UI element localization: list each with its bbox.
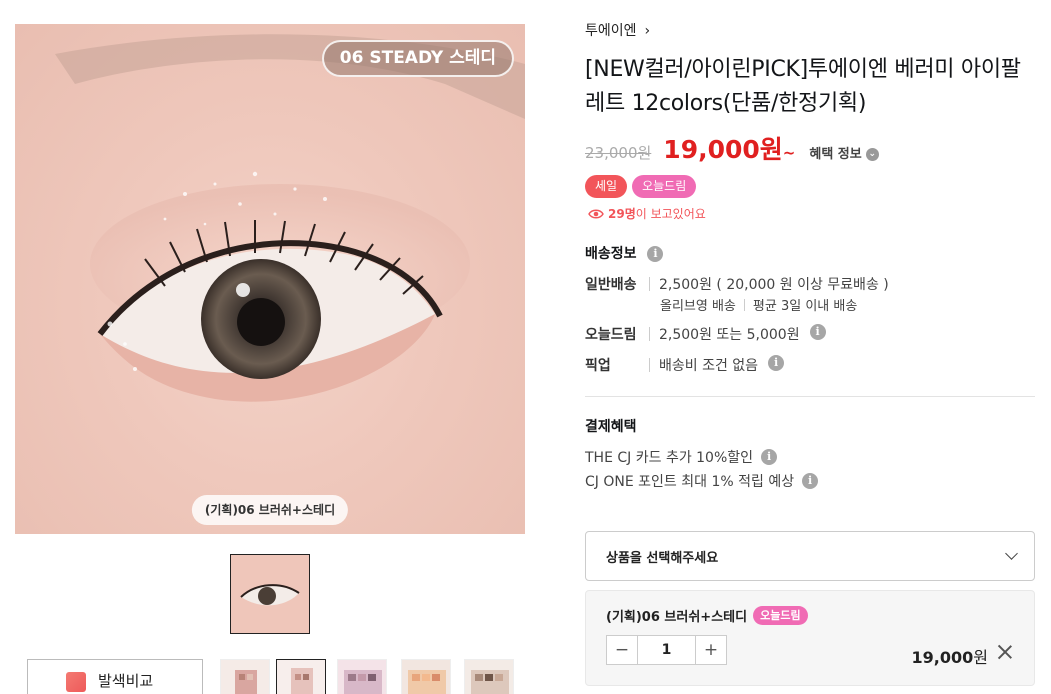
sale-price: 19,000원 bbox=[663, 135, 783, 164]
info-icon[interactable]: i bbox=[761, 449, 778, 465]
chevron-down-icon bbox=[1005, 547, 1018, 560]
info-icon[interactable]: i bbox=[647, 246, 664, 262]
thumbnail-eye-image bbox=[231, 555, 309, 633]
shipping-key: 일반배송 bbox=[585, 277, 637, 293]
color-compare-button[interactable]: 발색비교 bbox=[27, 659, 203, 694]
shipping-title: 배송정보 bbox=[585, 246, 637, 262]
option-select-placeholder: 상품을 선택해주세요 bbox=[606, 550, 719, 566]
option-price-value: 19,000 bbox=[911, 648, 974, 667]
viewers-number: 29명 bbox=[608, 207, 636, 221]
remove-option-close-icon[interactable] bbox=[996, 643, 1014, 661]
eye-closeup-illustration bbox=[55, 34, 525, 402]
gallery-thumb-3[interactable] bbox=[337, 659, 387, 694]
shipping-row-pickup: 픽업 배송비 조건 없음 i bbox=[585, 355, 785, 375]
color-compare-label: 발색비교 bbox=[98, 671, 154, 690]
benefit-info-label: 혜택 정보 bbox=[809, 147, 862, 162]
payment-line-point: CJ ONE 포인트 최대 1% 적립 예상 i bbox=[585, 471, 819, 491]
viewers-count: 29명이 보고있어요 bbox=[588, 205, 706, 222]
benefit-info-button[interactable]: 혜택 정보 ⌄ bbox=[809, 143, 879, 162]
section-divider bbox=[585, 396, 1035, 397]
option-price-unit: 원 bbox=[973, 648, 988, 667]
brand-link[interactable]: 투에이엔 › bbox=[585, 20, 650, 40]
payment-line-card: THE CJ 카드 추가 10%할인 i bbox=[585, 447, 778, 467]
shipping-value: 2,500원 ( 20,000 원 이상 무료배송 ) bbox=[659, 277, 889, 293]
original-price: 23,000원 bbox=[585, 144, 652, 162]
quantity-input[interactable]: 1 bbox=[637, 636, 696, 664]
selected-thumbnail[interactable] bbox=[230, 554, 310, 634]
sale-badge: 세일 bbox=[585, 175, 628, 198]
price-row: 23,000원 19,000원 ~ 혜택 정보 ⌄ bbox=[585, 130, 879, 166]
today-delivery-badge: 오늘드림 bbox=[632, 175, 697, 198]
shipping-section-title: 배송정보 i bbox=[585, 243, 664, 263]
viewers-text: 이 보고있어요 bbox=[635, 207, 706, 221]
brand-name: 투에이엔 bbox=[585, 23, 637, 39]
increase-quantity-button[interactable]: + bbox=[696, 636, 726, 664]
payment-line-text: THE CJ 카드 추가 10%할인 bbox=[585, 450, 754, 466]
payment-line-text: CJ ONE 포인트 최대 1% 적립 예상 bbox=[585, 474, 795, 490]
option-select-dropdown[interactable]: 상품을 선택해주세요 bbox=[585, 531, 1035, 581]
gallery-thumb-5[interactable] bbox=[464, 659, 514, 694]
product-title: [NEW컬러/아이린PICK]투에이엔 베러미 아이팔레트 12colors(단… bbox=[585, 57, 1021, 116]
shipping-row-today: 오늘드림 2,500원 또는 5,000원 i bbox=[585, 324, 826, 344]
selected-option-card: (기획)06 브러쉬+스테디 오늘드림 − 1 + 19,000원 bbox=[585, 590, 1035, 686]
shipping-sub-b: 평균 3일 이내 배송 bbox=[752, 299, 858, 314]
shipping-sub-a: 올리브영 배송 bbox=[660, 299, 736, 314]
selected-option-name: (기획)06 브러쉬+스테디 오늘드림 bbox=[606, 606, 808, 625]
gallery-thumb-2[interactable] bbox=[276, 659, 326, 694]
shade-tag: 06 STEADY 스테디 bbox=[321, 40, 514, 77]
badge-row: 세일 오늘드림 bbox=[585, 175, 697, 198]
info-icon[interactable]: i bbox=[768, 355, 785, 371]
product-main-image[interactable]: 06 STEADY 스테디 (기획)06 브러쉬+스테디 bbox=[15, 24, 525, 534]
chevron-down-icon: ⌄ bbox=[865, 148, 879, 161]
option-price: 19,000원 bbox=[912, 644, 988, 668]
sale-price-suffix: ~ bbox=[782, 144, 796, 162]
shipping-sub-line: 올리브영 배송 평균 3일 이내 배송 bbox=[660, 295, 857, 314]
info-icon[interactable]: i bbox=[809, 324, 826, 340]
shipping-row-standard: 일반배송 2,500원 ( 20,000 원 이상 무료배송 ) bbox=[585, 274, 889, 294]
chevron-right-icon: › bbox=[644, 23, 651, 39]
shipping-value: 배송비 조건 없음 bbox=[659, 358, 759, 374]
image-caption: (기획)06 브러쉬+스테디 bbox=[191, 495, 349, 525]
swatch-icon bbox=[66, 672, 86, 692]
shipping-value: 2,500원 또는 5,000원 bbox=[659, 327, 800, 343]
gallery-thumb-1[interactable] bbox=[220, 659, 270, 694]
decrease-quantity-button[interactable]: − bbox=[607, 636, 637, 664]
option-name-text: (기획)06 브러쉬+스테디 bbox=[606, 610, 748, 625]
info-icon[interactable]: i bbox=[802, 473, 819, 489]
gallery-thumb-4[interactable] bbox=[401, 659, 451, 694]
shipping-key: 오늘드림 bbox=[585, 327, 637, 343]
today-delivery-badge: 오늘드림 bbox=[753, 606, 808, 625]
quantity-stepper: − 1 + bbox=[606, 635, 727, 665]
eye-icon bbox=[588, 209, 604, 218]
shipping-key: 픽업 bbox=[585, 358, 611, 374]
payment-section-title: 결제혜택 bbox=[585, 419, 637, 435]
